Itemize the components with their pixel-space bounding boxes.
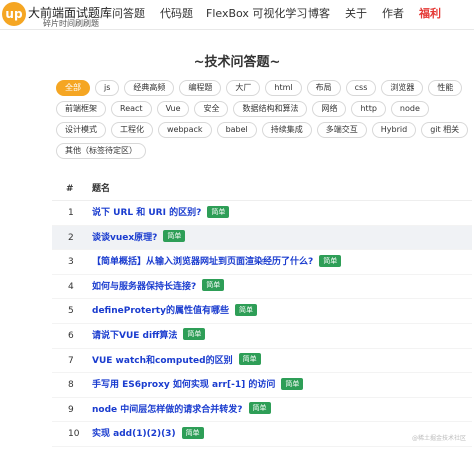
tag-filter[interactable]: 经典高频 xyxy=(124,80,175,96)
question-title[interactable]: node 中间层怎样做的请求合并转发? xyxy=(92,405,243,415)
difficulty-badge: 简单 xyxy=(202,279,225,292)
nav-qa[interactable]: 问答题 xyxy=(112,0,145,30)
table-row[interactable]: 4 如何与服务器保持长连接? 简单 xyxy=(52,275,472,300)
question-title[interactable]: 谈谈vuex原理? xyxy=(92,233,157,243)
site-logo[interactable]: up xyxy=(2,2,26,26)
table-row[interactable]: 1 说下 URL 和 URI 的区别? 简单 xyxy=(52,201,472,226)
row-number: 7 xyxy=(68,355,74,366)
nav-about[interactable]: 关于 xyxy=(345,0,367,30)
tag-filter[interactable]: git 相关 xyxy=(421,122,469,138)
tag-filter[interactable]: 前端框架 xyxy=(56,101,106,117)
nav-welfare[interactable]: 福利 xyxy=(419,0,441,30)
tag-filter[interactable]: 数据结构和算法 xyxy=(233,101,308,117)
table-body: 1 说下 URL 和 URI 的区别? 简单 2 谈谈vuex原理? 简单 3 【简单概括】从… xyxy=(52,201,472,447)
tag-filter[interactable]: css xyxy=(345,80,377,96)
difficulty-badge: 简单 xyxy=(319,254,342,267)
question-link[interactable]: defineProterty的属性值有哪些 简单 xyxy=(92,299,257,324)
tag-filter[interactable]: webpack xyxy=(158,122,212,138)
column-header-number: # xyxy=(66,184,74,194)
row-number: 1 xyxy=(68,208,74,218)
row-number: 9 xyxy=(68,404,74,415)
tag-filter[interactable]: js xyxy=(95,80,120,96)
difficulty-badge: 简单 xyxy=(163,230,186,243)
site-subtitle: 碎片时间刷刷题 xyxy=(43,19,99,28)
question-title[interactable]: 说下 URL 和 URI 的区别? xyxy=(92,208,201,218)
questions-table: # 题名 1 说下 URL 和 URI 的区别? 简单 2 谈谈vuex原理? 简单 3 【简… xyxy=(52,177,472,447)
tag-filter[interactable]: 全部 xyxy=(56,80,90,96)
nav-code[interactable]: 代码题 xyxy=(160,0,193,30)
table-row[interactable]: 3 【简单概括】从输入浏览器网址到页面渲染经历了什么? 简单 xyxy=(52,250,472,275)
tag-filter[interactable]: 安全 xyxy=(194,101,229,117)
tag-filter[interactable]: 设计模式 xyxy=(56,122,106,138)
column-header-title: 题名 xyxy=(92,184,111,194)
tag-filter[interactable]: 编程题 xyxy=(179,80,222,96)
tag-filter[interactable]: babel xyxy=(216,122,257,138)
tag-filter[interactable]: Vue xyxy=(156,101,190,117)
tag-filter[interactable]: React xyxy=(111,101,152,117)
tag-filter[interactable]: 性能 xyxy=(428,80,463,96)
tag-filter[interactable]: 持续集成 xyxy=(261,122,312,138)
question-link[interactable]: 如何与服务器保持长连接? 简单 xyxy=(92,275,225,300)
tag-filter-list: 全部 js 经典高频 编程题 大厂 html 布局 css 浏览器 性能前端框架 React Vue 安… xyxy=(56,80,470,159)
row-number: 2 xyxy=(68,232,74,243)
row-number: 5 xyxy=(68,306,74,317)
difficulty-badge: 简单 xyxy=(248,402,271,415)
question-title[interactable]: defineProterty的属性值有哪些 xyxy=(92,306,229,316)
tag-filter[interactable]: node xyxy=(390,101,429,117)
tag-filter[interactable]: 网络 xyxy=(312,101,347,117)
difficulty-badge: 简单 xyxy=(181,426,204,439)
difficulty-badge: 简单 xyxy=(281,377,304,390)
page-title: ~技术问答题~ xyxy=(193,55,281,70)
table-row[interactable]: 6 请说下VUE diff算法 简单 xyxy=(52,324,472,349)
nav-flexbox[interactable]: FlexBox 可视化学习 xyxy=(206,0,307,30)
nav-blog[interactable]: 博客 xyxy=(308,0,330,30)
table-row[interactable]: 8 手写用 ES6proxy 如何实现 arr[-1] 的访问 简单 xyxy=(52,373,472,398)
tag-filter[interactable]: 浏览器 xyxy=(381,80,424,96)
row-number: 6 xyxy=(68,330,74,341)
question-title[interactable]: 如何与服务器保持长连接? xyxy=(92,282,196,292)
row-number: 8 xyxy=(68,380,74,391)
difficulty-badge: 简单 xyxy=(238,353,261,366)
tag-filter[interactable]: 其他（标签待定区） xyxy=(56,143,146,159)
table-row[interactable]: 7 VUE watch和computed的区别 简单 xyxy=(52,349,472,374)
question-link[interactable]: 实现 add(1)(2)(3) 简单 xyxy=(92,422,204,447)
tag-filter[interactable]: Hybrid xyxy=(371,122,417,138)
question-link[interactable]: 手写用 ES6proxy 如何实现 arr[-1] 的访问 简单 xyxy=(92,373,304,398)
row-number: 3 xyxy=(68,257,74,268)
row-number: 10 xyxy=(68,429,80,440)
tag-filter[interactable]: 布局 xyxy=(306,80,341,96)
table-header: # 题名 xyxy=(52,177,472,201)
question-link[interactable]: 请说下VUE diff算法 简单 xyxy=(92,324,206,349)
tag-filter[interactable]: html xyxy=(265,80,302,96)
tag-filter[interactable]: http xyxy=(351,101,386,117)
question-link[interactable]: VUE watch和computed的区别 简单 xyxy=(92,349,261,374)
difficulty-badge: 简单 xyxy=(207,205,230,218)
question-link[interactable]: 说下 URL 和 URI 的区别? 简单 xyxy=(92,201,230,226)
question-title[interactable]: 实现 add(1)(2)(3) xyxy=(92,429,176,439)
question-link[interactable]: 【简单概括】从输入浏览器网址到页面渲染经历了什么? 简单 xyxy=(92,250,342,275)
table-row[interactable]: 2 谈谈vuex原理? 简单 xyxy=(52,225,472,251)
difficulty-badge: 简单 xyxy=(234,303,257,316)
tag-filter[interactable]: 多端交互 xyxy=(316,122,367,138)
question-title[interactable]: VUE watch和computed的区别 xyxy=(92,356,233,366)
row-number: 4 xyxy=(68,281,74,292)
tag-filter[interactable]: 大厂 xyxy=(226,80,261,96)
table-row[interactable]: 9 node 中间层怎样做的请求合并转发? 简单 xyxy=(52,398,472,423)
tag-filter[interactable]: 工程化 xyxy=(111,122,153,138)
nav-author[interactable]: 作者 xyxy=(382,0,404,30)
question-link[interactable]: node 中间层怎样做的请求合并转发? 简单 xyxy=(92,398,271,423)
difficulty-badge: 简单 xyxy=(183,328,206,341)
top-header: up 大前端面试题库 碎片时间刷刷题 问答题 代码题 FlexBox 可视化学习… xyxy=(0,0,474,30)
question-link[interactable]: 谈谈vuex原理? 简单 xyxy=(92,226,186,251)
table-row[interactable]: 5 defineProterty的属性值有哪些 简单 xyxy=(52,299,472,324)
question-title[interactable]: 请说下VUE diff算法 xyxy=(92,331,177,341)
watermark: @稀土掘金技术社区 xyxy=(411,435,466,442)
question-title[interactable]: 【简单概括】从输入浏览器网址到页面渲染经历了什么? xyxy=(92,257,313,267)
question-title[interactable]: 手写用 ES6proxy 如何实现 arr[-1] 的访问 xyxy=(92,380,275,390)
table-row[interactable]: 10 实现 add(1)(2)(3) 简单 xyxy=(52,422,472,447)
